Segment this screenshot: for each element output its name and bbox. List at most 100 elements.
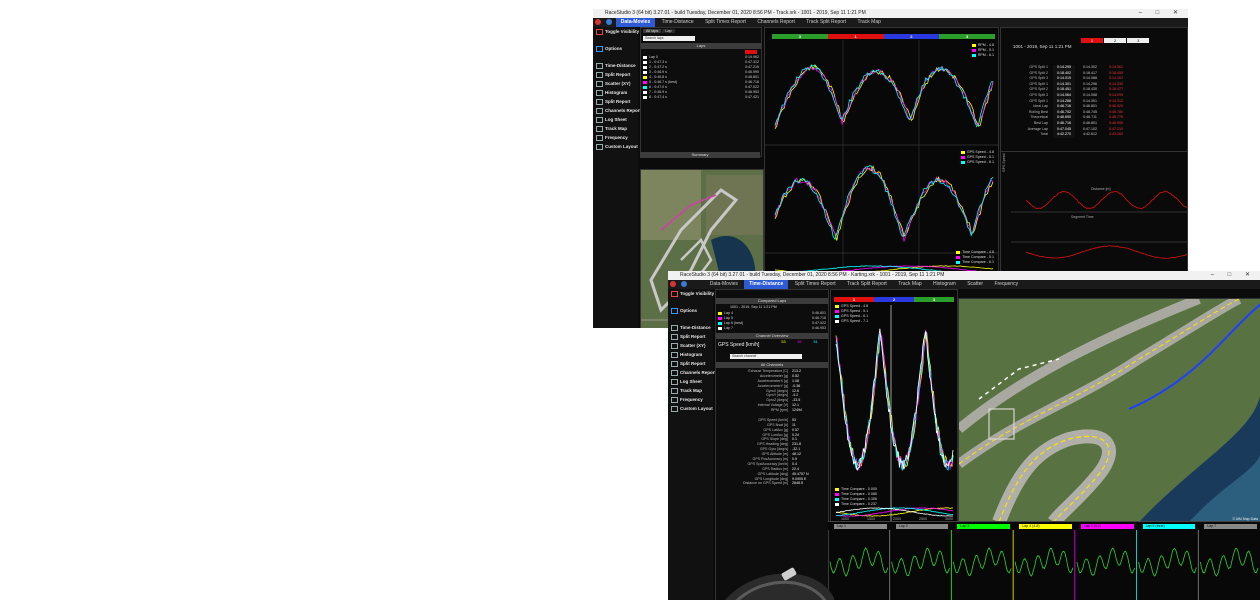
window-controls[interactable]: – □ ✕: [1211, 271, 1256, 280]
lap-buttons: All laps Lap: [643, 29, 675, 33]
home-icon[interactable]: [595, 18, 601, 25]
split-icon: [671, 334, 678, 340]
sidebar-label: Options: [680, 308, 697, 313]
lap-row[interactable]: 8 - 0:47.4 s 0:47.421: [641, 95, 761, 100]
tab-track-split[interactable]: Track Split Report: [801, 18, 851, 27]
channel-search-input[interactable]: Search channel: [730, 354, 802, 359]
all-laps-button[interactable]: All laps: [643, 29, 662, 33]
sidebar-item-toggle[interactable]: Toggle Visibility: [593, 27, 640, 36]
tab-scatter[interactable]: Scatter: [962, 280, 988, 289]
sidebar-item-custom[interactable]: Custom Layout: [668, 404, 713, 413]
sidebar-item-track-map[interactable]: Track Map: [668, 386, 713, 395]
tab-split-times[interactable]: Split Times Report: [790, 280, 841, 289]
channel-row[interactable]: Distance on GPS Speed [m] 2848.5: [716, 481, 828, 486]
lap-list: Lap 0 0:19.962 1 - 0:47.3 s 0:47.312 2 - 0:4…: [641, 55, 761, 100]
lap-button[interactable]: Lap: [662, 29, 675, 33]
channel-table: Exhaust Temperature [C] 213.2 Acceleromete…: [716, 369, 828, 486]
gear-icon[interactable]: [606, 18, 613, 25]
tab-track-map[interactable]: Track Map: [893, 280, 926, 289]
tab-channels-report[interactable]: Channels Report: [752, 18, 800, 27]
home-icon[interactable]: [670, 280, 676, 287]
compare-list: Lap 4 0:46.801 Lap 5 0:46.716 Lap 6 (best) 0:…: [716, 311, 828, 331]
sidebar-item-time-distance[interactable]: Time-Distance: [668, 323, 713, 332]
lap-color-swatch: [643, 90, 647, 94]
lap-search-input[interactable]: Search laps: [643, 36, 695, 41]
log-icon: [671, 379, 678, 385]
report-date: 1001 - 2019, Sep 11 1:21 PM: [1013, 44, 1072, 49]
sidebar-item-split-report[interactable]: Split Report: [593, 97, 638, 106]
window-title-bar[interactable]: RaceStudio 3 (64 bit) 3.27.01 - build Tu…: [593, 9, 1188, 18]
lap-time: 0:47.421: [745, 95, 759, 99]
track-map-panel[interactable]: © AiM Map Data: [958, 298, 1260, 523]
sidebar-item-scatter[interactable]: Scatter (XY): [668, 341, 713, 350]
sidebar-item-toggle[interactable]: Toggle Visibility: [668, 289, 715, 298]
gps-speed-trace: [835, 329, 954, 471]
speed-value: 52: [797, 340, 802, 344]
sidebar-item-scatter[interactable]: Scatter (XY): [593, 79, 638, 88]
sidebar-item-split[interactable]: Split Report: [668, 332, 713, 341]
report-icon: [596, 99, 603, 105]
seg-tab-1[interactable]: 1: [1081, 38, 1103, 43]
sidebar-item-track-map[interactable]: Track Map: [593, 124, 638, 133]
strip-trace: [1076, 547, 1135, 576]
sidebar-item-custom[interactable]: Custom Layout: [593, 142, 638, 151]
red-marker: [745, 50, 757, 54]
speed-chart-panel: 123 GPS Speed - 4.8 GPS Speed - 5.1 GPS …: [830, 289, 958, 523]
sidebar-item-frequency[interactable]: Frequency: [593, 133, 638, 142]
lap-panel-header: Laps: [641, 43, 761, 49]
sidebar-item-histogram[interactable]: Histogram: [593, 88, 638, 97]
tab-data-movies[interactable]: Data-Movies: [615, 18, 656, 27]
sidebar-item-options[interactable]: Options: [593, 44, 638, 53]
sidebar-item-time-distance[interactable]: Time-Distance: [593, 61, 638, 70]
sidebar-item-log[interactable]: Log Sheet: [593, 115, 638, 124]
tab-histogram[interactable]: Histogram: [928, 280, 961, 289]
speed-value: 53: [781, 340, 786, 344]
gear-icon[interactable]: [681, 280, 688, 287]
sidebar-label: Options: [605, 46, 622, 51]
lap-color-swatch: [643, 65, 647, 69]
chart-legend-speed: GPS Speed - 4.8 GPS Speed - 5.1 GPS Spee…: [960, 150, 994, 165]
tab-split-times[interactable]: Split Times Report: [700, 18, 751, 27]
lap-name: Lap 0: [649, 55, 658, 59]
gps-speed-values: 53 52 51: [776, 340, 823, 344]
sidebar-item-histogram[interactable]: Histogram: [668, 350, 713, 359]
lap-name: 3 - 0:46.9 s: [649, 70, 667, 74]
track-map-svg: [959, 299, 1260, 522]
sidebar-label: Channels Report: [680, 370, 717, 375]
sidebar-label: Track Map: [680, 388, 703, 393]
sidebar-label: Track Map: [605, 126, 628, 131]
split-report-panel: 1001 - 2019, Sep 11 1:21 PM 1 2 3 GPS Sp…: [1000, 27, 1188, 153]
all-channels-header: All Channels: [716, 362, 828, 368]
sidebar-item-split[interactable]: Split Report: [593, 70, 638, 79]
tab-track-map[interactable]: Track Map: [852, 18, 885, 27]
sidebar-label: Scatter (XY): [605, 81, 631, 86]
sidebar-item-split-report[interactable]: Split Report: [668, 359, 713, 368]
seg-tab-2[interactable]: 2: [1104, 38, 1127, 43]
lap-name: 2 - 0:47.2 s: [649, 65, 667, 69]
sidebar-item-options[interactable]: Options: [668, 306, 713, 315]
sidebar-item-frequency[interactable]: Frequency: [668, 395, 713, 404]
window-title-bar[interactable]: RaceStudio 3 (64 bit) 3.27.01 - build Tu…: [668, 271, 1260, 280]
sidebar-label: Toggle Visibility: [605, 29, 640, 34]
sidebar-item-channels[interactable]: Channels Report: [668, 368, 717, 377]
scatter-trace: [1025, 245, 1187, 259]
lap-color-swatch: [643, 70, 647, 74]
tab-time-distance[interactable]: Time-Distance: [744, 280, 789, 289]
lap-color-swatch: [643, 80, 647, 84]
sidebar-item-log[interactable]: Log Sheet: [668, 377, 713, 386]
custom-icon: [671, 406, 678, 412]
tab-time-distance[interactable]: Time-Distance: [657, 18, 699, 27]
window-controls[interactable]: – □ ✕: [1139, 9, 1184, 18]
sidebar-item-channels[interactable]: Channels Report: [593, 106, 641, 115]
sidebar: Toggle Visibility Options Time-Distance …: [593, 27, 641, 328]
sidebar-label: Toggle Visibility: [680, 291, 715, 296]
strip-svg[interactable]: [828, 522, 1260, 600]
window-title: RaceStudio 3 (64 bit) 3.27.01 - build Tu…: [680, 272, 945, 278]
tab-track-split[interactable]: Track Split Report: [842, 280, 892, 289]
histogram-icon: [596, 90, 603, 96]
tab-frequency[interactable]: Frequency: [989, 280, 1023, 289]
compare-row[interactable]: Lap 7 0:46.953: [716, 326, 828, 331]
tab-data-movies[interactable]: Data-Movies: [705, 280, 743, 289]
seg-tab-3[interactable]: 3: [1127, 38, 1150, 43]
speed-trace: [774, 165, 994, 241]
